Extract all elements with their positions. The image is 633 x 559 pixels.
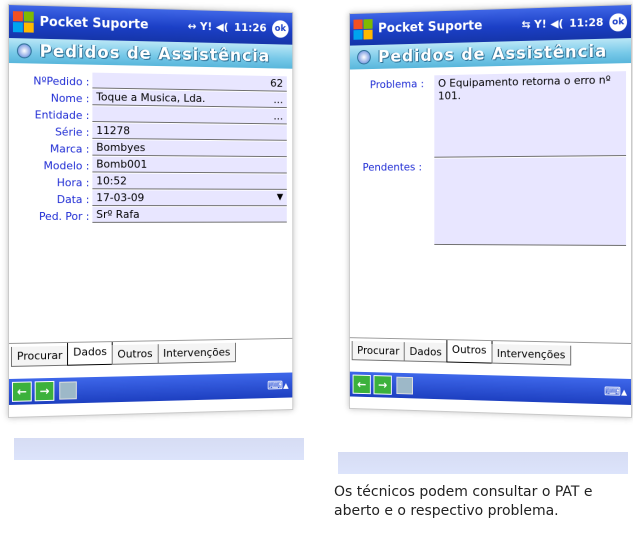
start-menu-icon[interactable] <box>12 10 35 34</box>
pendentes-label: Pendentes : <box>362 160 422 174</box>
status-icons: ↔ Y! ◀( 11:26 <box>188 20 267 35</box>
ok-button[interactable]: ok <box>609 12 628 32</box>
field-pedpor: Ped. Por : Srº Rafa <box>15 207 287 223</box>
keyboard-icon[interactable]: ⌨▴ <box>604 384 627 399</box>
reflection-right <box>338 440 628 474</box>
caption-text: Os técnicos podem consultar o PAT e aber… <box>334 483 633 521</box>
command-bar: ← → ⌨▴ <box>349 371 632 405</box>
command-bar: ← → ⌨▴ <box>8 372 293 405</box>
problema-textarea[interactable]: O Equipamento retorna o erro nº 101. <box>434 71 627 158</box>
nome-input[interactable]: Toque a Musica, Lda.... <box>92 89 287 109</box>
field-hora: Hora : 10:52 <box>15 173 287 190</box>
field-serie: Série : 11278 <box>15 122 287 141</box>
tab-outros[interactable]: Outros <box>446 340 493 364</box>
field-label: Nome : <box>50 91 90 106</box>
field-label: Marca : <box>49 142 90 156</box>
reflection-left <box>14 420 304 460</box>
data-dropdown[interactable]: 17-03-09 ▼ <box>92 190 287 207</box>
keyboard-icon[interactable]: ⌨▴ <box>267 378 288 392</box>
field-label: Ped. Por : <box>38 210 90 223</box>
app-title: Pocket Suporte <box>39 14 149 33</box>
save-icon[interactable] <box>59 381 77 400</box>
field-entidade: Entidade : ... <box>15 105 287 125</box>
lookup-button[interactable]: ... <box>273 92 283 107</box>
pedpor-input[interactable]: Srº Rafa <box>92 207 287 223</box>
chevron-down-icon[interactable]: ▼ <box>277 191 283 205</box>
forward-arrow-icon[interactable]: → <box>34 380 55 402</box>
field-data: Data : 17-03-09 ▼ <box>15 190 287 207</box>
lookup-button[interactable]: ... <box>273 109 283 124</box>
marca-input[interactable]: Bombyes <box>92 139 287 158</box>
app-icon <box>357 49 371 65</box>
tab-bar: Procurar Dados Outros Intervenções <box>349 337 632 367</box>
tab-procurar[interactable]: Procurar <box>351 341 405 362</box>
problema-label: Problema : <box>369 77 425 92</box>
status-icons: ⇆ Y! ◀( 11:28 <box>522 16 604 31</box>
page-title: Pedidos de Assistência <box>39 41 271 66</box>
tab-dados[interactable]: Dados <box>67 342 113 366</box>
field-label: Data : <box>56 193 90 207</box>
device-dados-screen: Pocket Suporte ↔ Y! ◀( 11:26 ok Pedidos … <box>8 4 294 418</box>
modelo-input[interactable]: Bomb001 <box>92 156 287 174</box>
serie-input[interactable]: 11278 <box>92 123 287 141</box>
connectivity-icon: ↔ Y! ◀( <box>187 19 229 34</box>
start-menu-icon[interactable] <box>353 18 374 41</box>
ok-button[interactable]: ok <box>272 19 289 38</box>
tab-intervencoes[interactable]: Intervenções <box>157 342 236 364</box>
field-label: NºPedido : <box>33 74 90 89</box>
tab-intervencoes[interactable]: Intervenções <box>491 344 572 366</box>
field-modelo: Modelo : Bomb001 <box>15 156 287 174</box>
device-outros-screen: Pocket Suporte ⇆ Y! ◀( 11:28 ok Pedidos … <box>348 4 632 418</box>
hora-input[interactable]: 10:52 <box>92 173 287 190</box>
tab-dados[interactable]: Dados <box>404 342 448 363</box>
back-arrow-icon[interactable]: ← <box>352 374 371 395</box>
tab-procurar[interactable]: Procurar <box>10 345 69 367</box>
tab-outros[interactable]: Outros <box>111 344 159 365</box>
field-label: Modelo : <box>43 159 90 173</box>
field-label: Hora : <box>56 176 90 190</box>
save-icon[interactable] <box>396 376 413 395</box>
pendentes-textarea[interactable] <box>434 157 627 246</box>
connectivity-icon: ⇆ Y! ◀( <box>521 17 564 32</box>
clock: 11:26 <box>234 21 267 35</box>
npedido-input[interactable]: 62 <box>92 72 287 92</box>
entidade-input[interactable]: ... <box>92 106 287 125</box>
caption-line: Os técnicos podem consultar o PAT e <box>334 484 593 500</box>
field-label: Série : <box>55 125 90 139</box>
clock: 11:28 <box>569 15 604 30</box>
order-form: NºPedido : 62 Nome : Toque a Musica, Lda… <box>9 63 292 223</box>
field-label: Entidade : <box>34 108 90 123</box>
caption-line: aberto e o respectivo problema. <box>334 503 559 519</box>
forward-arrow-icon[interactable]: → <box>373 375 392 395</box>
back-arrow-icon[interactable]: ← <box>11 381 32 402</box>
app-title: Pocket Suporte <box>378 18 483 37</box>
tab-bar: Procurar Dados Outros Intervenções <box>8 337 293 367</box>
field-marca: Marca : Bombyes <box>15 139 287 158</box>
app-icon <box>16 43 32 59</box>
page-title: Pedidos de Assistência <box>378 41 608 67</box>
